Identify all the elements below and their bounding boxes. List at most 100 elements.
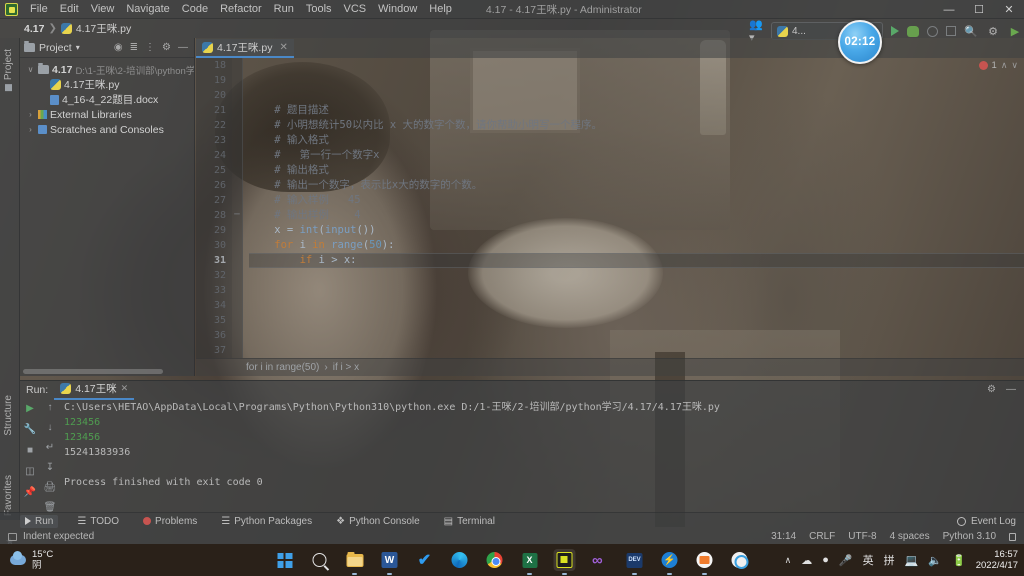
start-button[interactable] [274,549,296,571]
tree-item-3[interactable]: › External Libraries [20,107,194,122]
taskbar-excel[interactable]: X [519,549,541,575]
bottom-tab-python-console[interactable]: ❖ Python Console [331,515,425,528]
plugin-icon[interactable]: ▶ [1008,24,1022,38]
code-line[interactable]: # 输出格式 [249,163,1024,178]
panel-settings-gear-icon[interactable]: ⚙ [162,42,171,53]
lock-icon[interactable] [1009,532,1016,541]
close-icon[interactable]: ✕ [279,42,287,53]
taskbar-word[interactable]: W [379,549,401,575]
collapse-all-icon[interactable]: ≣ [130,42,138,53]
code-line[interactable] [249,58,1024,73]
tree-twisty-icon[interactable]: ∨ [26,65,35,74]
next-error-icon[interactable]: ∨ [1011,60,1018,71]
pin-icon[interactable]: 📌 [24,486,37,499]
layout-icon[interactable]: ◫ [24,465,37,478]
code-editor[interactable]: 18 19 20 21 22 23 24 25 26 27 28 29 30 31 32 33 34 35 36 37… [196,58,1024,358]
taskbar-edge[interactable] [449,549,471,571]
wrench-icon[interactable]: 🔧 [24,423,37,436]
bottom-tab-run[interactable]: Run [20,514,59,528]
run-console-output[interactable]: C:\Users\HETAO\AppData\Local\Programs\Py… [64,400,1020,512]
breadcrumb-condition[interactable]: if i > x [333,362,359,373]
search-icon[interactable]: 🔍 [964,24,978,38]
soft-wrap-icon[interactable]: ↵ [44,442,57,454]
code-line[interactable]: if i > x: [249,253,1024,268]
taskbar-todo[interactable]: ✔ [414,549,436,571]
code-line[interactable]: # 输入格式 [249,133,1024,148]
menu-view[interactable]: View [85,1,121,17]
debug-icon[interactable] [907,25,919,37]
tray-expand-chevron-icon[interactable]: ∧ [785,555,792,566]
settings-gear-icon[interactable]: ⚙ [986,24,1000,38]
breadcrumb-loop[interactable]: for i in range(50) [246,362,319,373]
up-arrow-icon[interactable]: ↑ [44,402,57,414]
code-line[interactable]: for i in range(50): [249,238,1024,253]
tree-item-2[interactable]: 4_16-4_22题目.docx [20,92,194,107]
bottom-tab-problems[interactable]: Problems [138,515,202,528]
python-interpreter[interactable]: Python 3.10 [943,531,996,542]
project-horizontal-scrollbar[interactable] [20,368,195,375]
print-icon[interactable]: 🖨 [44,481,57,493]
taskbar-thunder[interactable]: ⚡ [659,549,681,575]
tool-tab-project[interactable]: Project [3,44,14,96]
menu-window[interactable]: Window [372,1,423,17]
fold-marker-icon[interactable]: ─ [232,208,242,223]
code-line[interactable]: x = int(input()) [249,223,1024,238]
mic-icon[interactable]: 🎤 [839,554,853,567]
locate-target-icon[interactable]: ◉ [114,42,123,53]
menu-edit[interactable]: Edit [54,1,85,17]
screen-recorder-timer[interactable]: 02:12 [838,20,882,64]
code-folding-gutter[interactable]: ─ [232,58,243,358]
code-line[interactable] [249,313,1024,328]
run-icon[interactable] [891,26,899,36]
code-line[interactable]: # 第一行一个数字x [249,148,1024,163]
menu-tools[interactable]: Tools [300,1,338,17]
panel-minimize-icon[interactable]: — [178,42,188,53]
editor-tab-active[interactable]: 4.17王咪.py ✕ [196,39,294,58]
taskbar-file-explorer[interactable] [344,549,366,575]
code-line[interactable] [249,268,1024,283]
battery-icon[interactable]: 🔋 [952,554,966,567]
taskbar-devcpp[interactable]: DEV [624,549,646,575]
file-encoding[interactable]: UTF-8 [848,531,876,542]
bottom-tab-todo[interactable]: ☰ TODO [72,515,124,528]
network-icon[interactable]: 💻 [905,554,919,567]
down-arrow-icon[interactable]: ↓ [44,422,57,434]
browser-icon[interactable]: ● [822,554,829,566]
taskbar-visual-studio[interactable]: ∞ [589,549,611,571]
user-group-icon[interactable]: 👥▾ [749,19,763,44]
menu-refactor[interactable]: Refactor [214,1,268,17]
rerun-icon[interactable]: ▶ [24,402,37,415]
taskbar-pycharm[interactable] [553,549,576,575]
pycharm-app-icon[interactable] [5,2,18,16]
caret-position[interactable]: 31:14 [771,531,796,542]
tree-twisty-icon[interactable]: › [26,125,35,134]
tree-item-4[interactable]: › Scratches and Consoles [20,122,194,137]
code-line[interactable]: # 题目描述 [249,103,1024,118]
code-line[interactable] [249,298,1024,313]
scroll-to-end-icon[interactable]: ↧ [44,461,57,473]
code-line[interactable] [249,73,1024,88]
event-log-button[interactable]: Event Log [956,516,1024,527]
bottom-tab-python-packages[interactable]: ☰ Python Packages [216,515,317,528]
menu-code[interactable]: Code [176,1,214,17]
project-panel-title-group[interactable]: Project ▾ [24,41,80,54]
run-minimize-icon[interactable]: — [1006,384,1016,395]
inspection-status[interactable]: 1 ∧ ∨ [978,60,1018,71]
run-settings-gear-icon[interactable]: ⚙ [987,384,996,395]
taskbar-foxmail[interactable] [694,549,716,575]
taskbar-search-button[interactable] [309,549,331,571]
code-line[interactable] [249,343,1024,358]
close-icon[interactable]: ✕ [121,383,129,394]
menu-help[interactable]: Help [423,1,458,17]
taskbar-clock[interactable]: 16:57 2022/4/17 [976,549,1018,571]
stop-icon[interactable]: ■ [24,444,37,457]
close-button[interactable]: ✕ [994,0,1024,19]
code-text[interactable]: # 题目描述 # 小明想统计50以内比 x 大的数字个数，请你帮助小明写一个程序… [243,58,1024,358]
expand-all-icon[interactable]: ⋮ [145,42,155,53]
bottom-tab-terminal[interactable]: ▤ Terminal [439,515,500,528]
menu-file[interactable]: File [24,1,54,17]
menu-navigate[interactable]: Navigate [120,1,175,17]
taskbar-chrome[interactable] [484,549,506,571]
scrollbar-thumb[interactable] [23,369,163,374]
weather-widget[interactable]: 15°C 阴 [0,549,53,571]
